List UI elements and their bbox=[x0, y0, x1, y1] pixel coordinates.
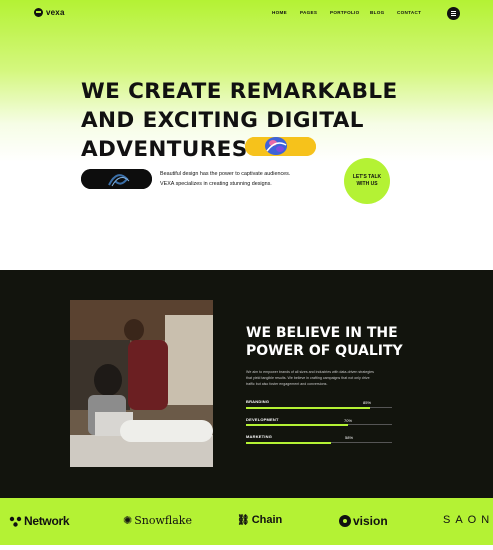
skill-bar-development bbox=[246, 423, 392, 426]
abstract-art-image bbox=[245, 137, 316, 156]
cta-label-line-1: LET'S TALK bbox=[352, 174, 382, 180]
menu-button[interactable] bbox=[447, 7, 460, 20]
skill-value-marketing: 58% bbox=[345, 435, 354, 440]
abstract-swirl-image bbox=[81, 169, 152, 189]
team-photo bbox=[70, 300, 213, 467]
chain-icon: ⛓ bbox=[237, 514, 250, 526]
hero-dark-pill bbox=[81, 169, 152, 189]
vision-icon bbox=[339, 515, 351, 527]
lets-talk-button[interactable]: LET'S TALK WITH US bbox=[344, 158, 390, 204]
skill-bar-marketing bbox=[246, 441, 392, 444]
brand-vision-name: vision bbox=[353, 514, 388, 528]
skill-value-branding: 85% bbox=[363, 400, 372, 405]
nav-item-portfolio[interactable]: PORTFOLIO bbox=[330, 10, 360, 15]
skill-bar-fill-development bbox=[246, 423, 349, 426]
menu-icon-line bbox=[451, 13, 456, 14]
quality-title-line-1: WE BELIEVE IN THE bbox=[246, 325, 398, 341]
network-icon bbox=[9, 516, 22, 527]
team-working-image bbox=[70, 300, 213, 467]
skill-label-development: DEVELOPMENT bbox=[246, 417, 279, 422]
hero-headline-line-1: WE CREATE REMARKABLE bbox=[81, 79, 398, 104]
skill-bar-branding bbox=[246, 406, 392, 409]
brand-saona: SAONA bbox=[443, 514, 493, 526]
hero-art-pill bbox=[245, 137, 316, 156]
brand-chain-name: Chain bbox=[251, 514, 283, 526]
nav-item-contact[interactable]: CONTACT bbox=[397, 10, 421, 15]
quality-paragraph-line-2: that yield tangible results. We believe … bbox=[246, 376, 370, 380]
logo[interactable]: vexa bbox=[34, 8, 65, 17]
skill-label-marketing: MARKETING bbox=[246, 434, 273, 439]
hero-tagline-line-2: VEXA specializes in creating stunning de… bbox=[160, 181, 272, 187]
brand-chain: ⛓ Chain bbox=[237, 514, 282, 526]
quality-title-line-2: POWER OF QUALITY bbox=[246, 343, 403, 359]
logo-text: vexa bbox=[46, 8, 65, 17]
quality-paragraph-line-3: traffic but also foster engagement and c… bbox=[246, 382, 328, 386]
logo-mark-icon bbox=[34, 8, 43, 17]
brand-saona-name: SAONA bbox=[443, 514, 493, 526]
skill-label-branding: BRANDING bbox=[246, 399, 270, 404]
cta-label-line-2: WITH US bbox=[356, 181, 378, 187]
menu-icon-line bbox=[451, 15, 456, 16]
hero-headline-line-2: AND EXCITING DIGITAL bbox=[81, 108, 364, 133]
brand-snowflake-name: Snowflake bbox=[134, 514, 192, 527]
nav-item-pages[interactable]: PAGES bbox=[300, 10, 317, 15]
nav-item-home[interactable]: HOME bbox=[272, 10, 287, 15]
quality-paragraph-line-1: We aim to empower brands of all sizes an… bbox=[246, 370, 374, 374]
brand-vision: vision bbox=[339, 514, 388, 528]
top-navigation: vexa HOME PAGES PORTFOLIO BLOG CONTACT bbox=[0, 0, 493, 28]
snowflake-icon: ✺ bbox=[123, 515, 133, 527]
skill-value-development: 70% bbox=[344, 418, 353, 423]
menu-icon bbox=[451, 11, 456, 12]
skill-bar-fill-marketing bbox=[246, 441, 331, 444]
nav-item-blog[interactable]: BLOG bbox=[370, 10, 384, 15]
brand-snowflake: ✺ Snowflake bbox=[123, 514, 192, 527]
brand-network-name: Network bbox=[24, 514, 70, 528]
hero-tagline-line-1: Beautiful design has the power to captiv… bbox=[160, 171, 291, 177]
hero-headline-line-3: ADVENTURES bbox=[81, 137, 248, 162]
hero-section bbox=[0, 0, 493, 270]
brand-network: Network bbox=[9, 514, 70, 528]
skill-bar-fill-branding bbox=[246, 406, 371, 409]
